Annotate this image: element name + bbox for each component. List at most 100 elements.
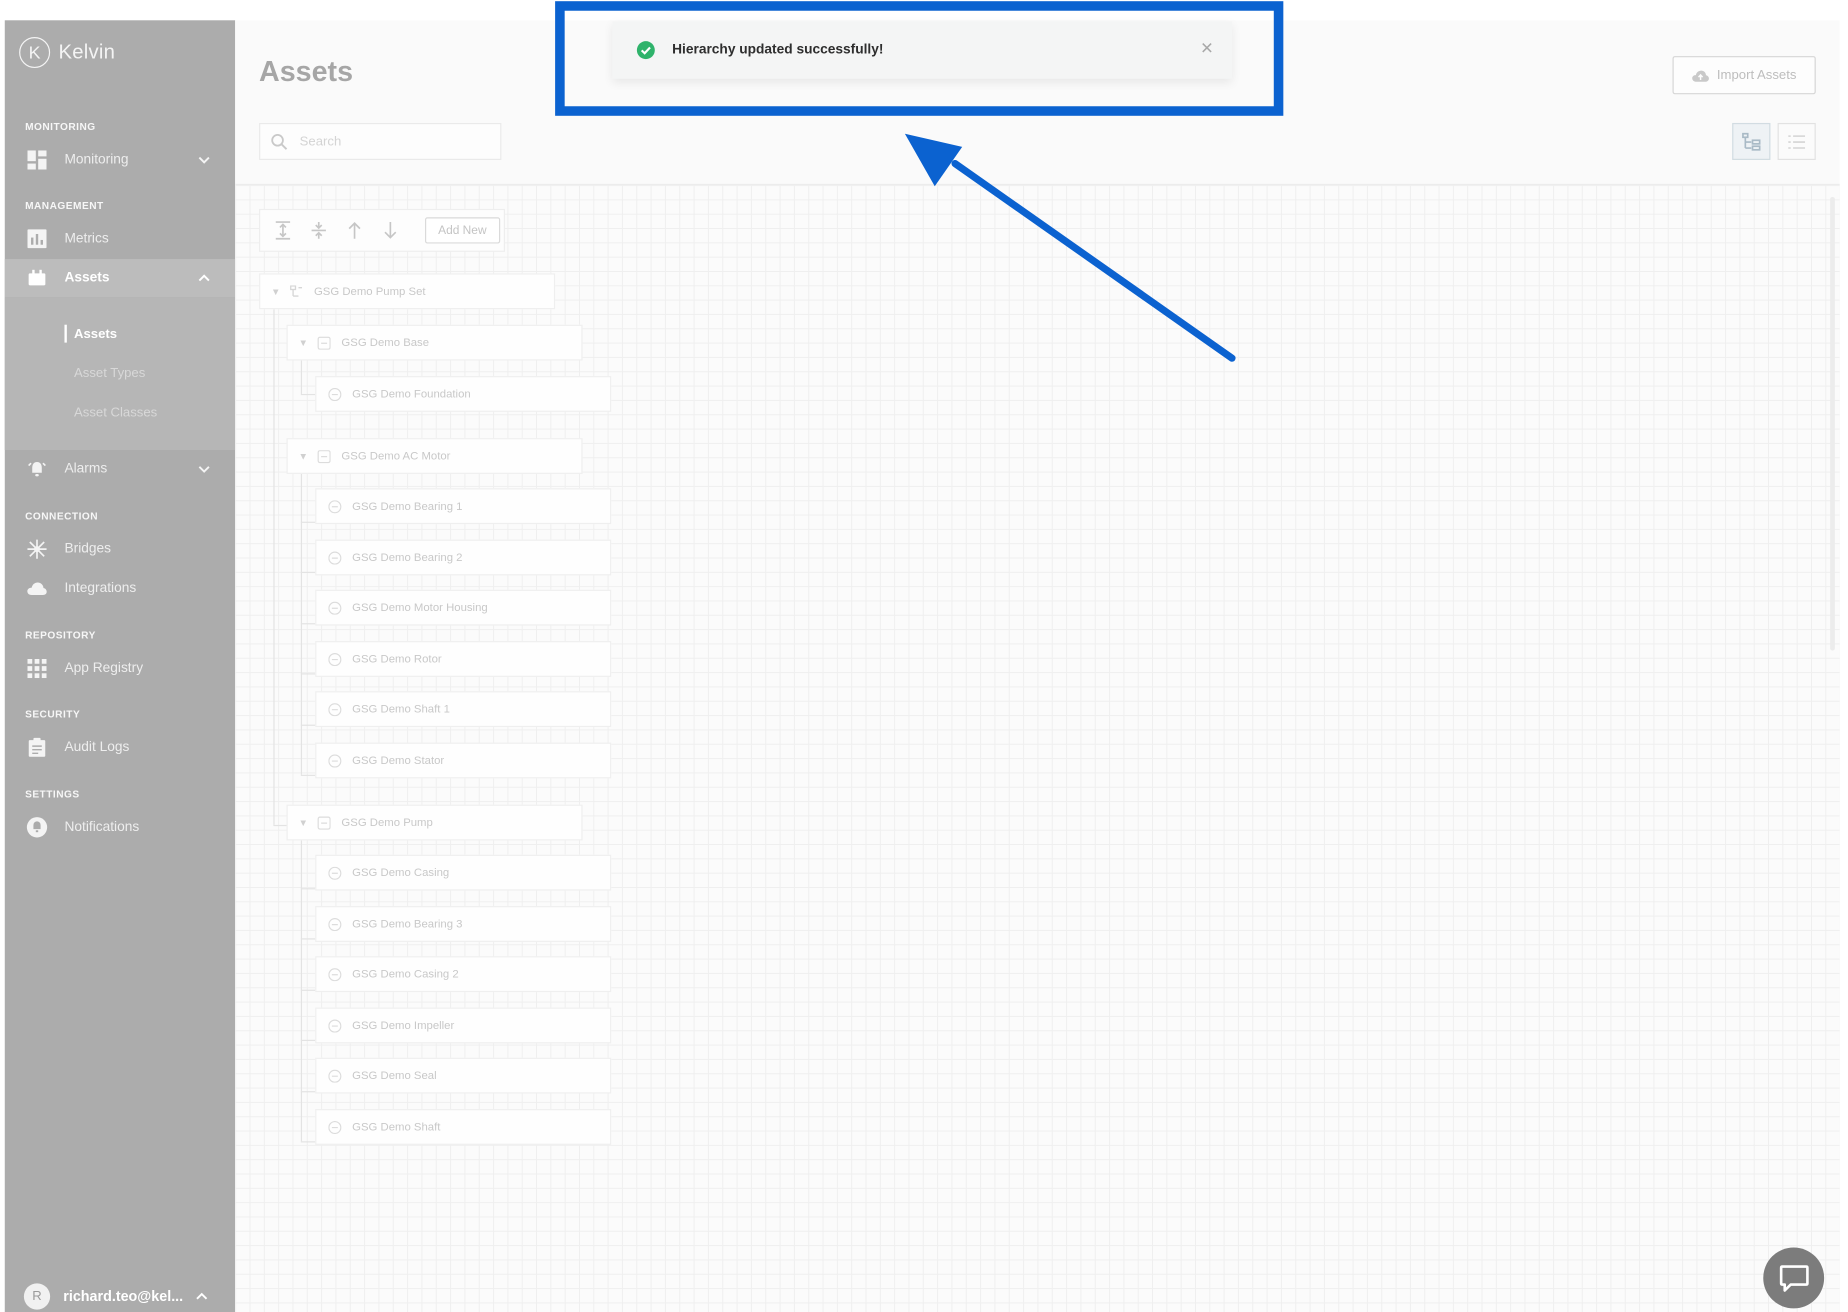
tree-node-label: GSG Demo Shaft — [352, 1120, 441, 1134]
hierarchy-canvas[interactable]: Add New ▼ GSG Demo Pump Set ▼ GSG Demo B… — [235, 183, 1840, 1312]
sidebar-item-label: App Registry — [64, 661, 144, 676]
tree-node-label: GSG Demo Bearing 3 — [352, 917, 463, 931]
arrow-down-icon[interactable] — [377, 217, 403, 243]
sidebar-item-label: Notifications — [64, 820, 140, 835]
tree-node-leaf[interactable]: GSG Demo Motor Housing — [315, 589, 612, 626]
asset-node-icon — [328, 652, 342, 666]
tree-node-leaf[interactable]: GSG Demo Rotor — [315, 641, 612, 677]
chat-button[interactable] — [1763, 1247, 1825, 1309]
caret-down-icon[interactable]: ▼ — [298, 337, 308, 348]
tree-node-leaf[interactable]: GSG Demo Seal — [315, 1057, 612, 1094]
asset-node-icon — [328, 550, 342, 565]
tree-connector — [273, 309, 275, 825]
cloud-icon — [26, 578, 47, 599]
tree-node-group[interactable]: ▼ GSG Demo AC Motor — [286, 438, 583, 474]
asset-node-icon — [328, 702, 342, 716]
user-menu[interactable]: R richard.teo@kel... — [23, 1283, 210, 1310]
list-view-icon — [1787, 133, 1806, 150]
tree-node-label: GSG Demo Stator — [352, 753, 445, 768]
sidebar-item-label: Monitoring — [64, 152, 129, 168]
tree-node-group[interactable]: ▼ GSG Demo Base — [286, 324, 583, 361]
tree-connector — [300, 1141, 316, 1143]
tree-toolbar: Add New — [259, 208, 505, 252]
tree-node-leaf[interactable]: GSG Demo Bearing 1 — [315, 488, 612, 525]
sidebar-item-bridges[interactable]: Bridges — [5, 530, 235, 568]
asset-node-icon — [328, 1018, 342, 1033]
clipboard-icon — [26, 737, 47, 758]
caret-down-icon[interactable]: ▼ — [271, 286, 281, 297]
tree-node-label: GSG Demo Pump — [341, 815, 433, 830]
tree-connector — [300, 571, 316, 574]
tree-node-leaf[interactable]: GSG Demo Shaft — [315, 1109, 612, 1145]
tree-node-leaf[interactable]: GSG Demo Casing 2 — [315, 956, 612, 993]
active-indicator — [64, 324, 67, 343]
sidebar-item-metrics[interactable]: Metrics — [5, 220, 235, 258]
asset-node-icon — [328, 499, 342, 513]
chevron-down-icon — [197, 462, 211, 476]
caret-down-icon[interactable]: ▼ — [298, 817, 308, 828]
sidebar-item-assets[interactable]: Assets — [4, 259, 236, 298]
section-title-security: SECURITY — [25, 707, 81, 720]
sidebar-item-monitoring[interactable]: Monitoring — [5, 141, 235, 179]
asset-node-icon — [328, 753, 342, 768]
sidebar-item-label: Audit Logs — [64, 740, 130, 755]
tree-node-leaf[interactable]: GSG Demo Bearing 3 — [315, 906, 612, 942]
sidebar-item-label: Bridges — [64, 541, 112, 557]
sidebar-item-app-registry[interactable]: App Registry — [5, 649, 235, 687]
sidebar-item-label: Assets — [64, 270, 110, 286]
tree-node-group[interactable]: ▼ GSG Demo Pump — [286, 804, 583, 841]
tree-node-leaf[interactable]: GSG Demo Foundation — [315, 376, 612, 412]
tree-node-leaf[interactable]: GSG Demo Casing — [315, 854, 612, 891]
sidebar-item-integrations[interactable]: Integrations — [5, 569, 235, 607]
scrollbar[interactable] — [1830, 196, 1835, 651]
notification-icon — [26, 817, 48, 838]
add-new-button[interactable]: Add New — [424, 217, 500, 244]
submenu-item-asset-classes[interactable]: Asset Classes — [74, 406, 157, 420]
submenu-item-asset-types[interactable]: Asset Types — [74, 366, 145, 380]
brand[interactable]: K Kelvin — [19, 35, 115, 71]
tree-connector — [300, 360, 303, 394]
tree-connector — [300, 888, 316, 890]
hierarchy-icon — [290, 284, 303, 298]
collapse-all-icon[interactable] — [306, 217, 332, 243]
section-title-repository: REPOSITORY — [25, 629, 96, 642]
tree-node-leaf[interactable]: GSG Demo Bearing 2 — [315, 539, 612, 576]
tree-node-label: GSG Demo Bearing 1 — [352, 499, 463, 513]
highlight-box — [555, 1, 1284, 116]
sidebar-item-alarms[interactable]: Alarms — [5, 450, 235, 488]
section-title-connection: CONNECTION — [25, 509, 99, 522]
tree-connector — [300, 989, 316, 991]
assets-submenu: Assets Asset Types Asset Classes — [4, 297, 236, 451]
import-assets-button[interactable]: Import Assets — [1672, 56, 1816, 95]
list-view-button[interactable] — [1777, 122, 1816, 160]
chevron-up-icon — [195, 1289, 209, 1303]
asset-node-icon — [328, 866, 342, 880]
tree-node-label: GSG Demo Impeller — [352, 1018, 455, 1033]
tree-node-leaf[interactable]: GSG Demo Shaft 1 — [315, 691, 612, 728]
search-icon — [271, 133, 288, 150]
search-input[interactable]: Search — [259, 122, 502, 160]
asset-node-icon — [328, 601, 342, 615]
expand-all-icon[interactable] — [270, 217, 296, 243]
tree-node-root[interactable]: ▼ GSG Demo Pump Set — [259, 273, 556, 310]
asset-node-icon — [328, 967, 342, 981]
sidebar-item-audit-logs[interactable]: Audit Logs — [5, 728, 235, 766]
tree-node-leaf[interactable]: GSG Demo Impeller — [315, 1007, 612, 1044]
tree-node-leaf[interactable]: GSG Demo Stator — [315, 742, 612, 779]
section-title-settings: SETTINGS — [25, 787, 80, 800]
main-content: Assets Import Assets Search Add New ▼ GS… — [235, 20, 1840, 1312]
caret-down-icon[interactable]: ▼ — [298, 451, 308, 462]
tree-view-icon — [1742, 132, 1761, 151]
submenu-item-assets[interactable]: Assets — [74, 327, 117, 341]
asset-node-icon — [317, 336, 331, 350]
tree-connector — [300, 1039, 316, 1041]
tree-node-label: GSG Demo Bearing 2 — [352, 550, 463, 565]
tree-connector — [300, 724, 316, 726]
arrow-up-icon[interactable] — [341, 217, 367, 243]
tree-node-label: GSG Demo Casing 2 — [352, 967, 459, 981]
tree-connector — [300, 938, 316, 940]
section-title-monitoring: MONITORING — [25, 120, 96, 133]
tree-connector — [300, 774, 316, 776]
tree-view-button[interactable] — [1732, 122, 1771, 160]
sidebar-item-notifications[interactable]: Notifications — [5, 808, 235, 846]
